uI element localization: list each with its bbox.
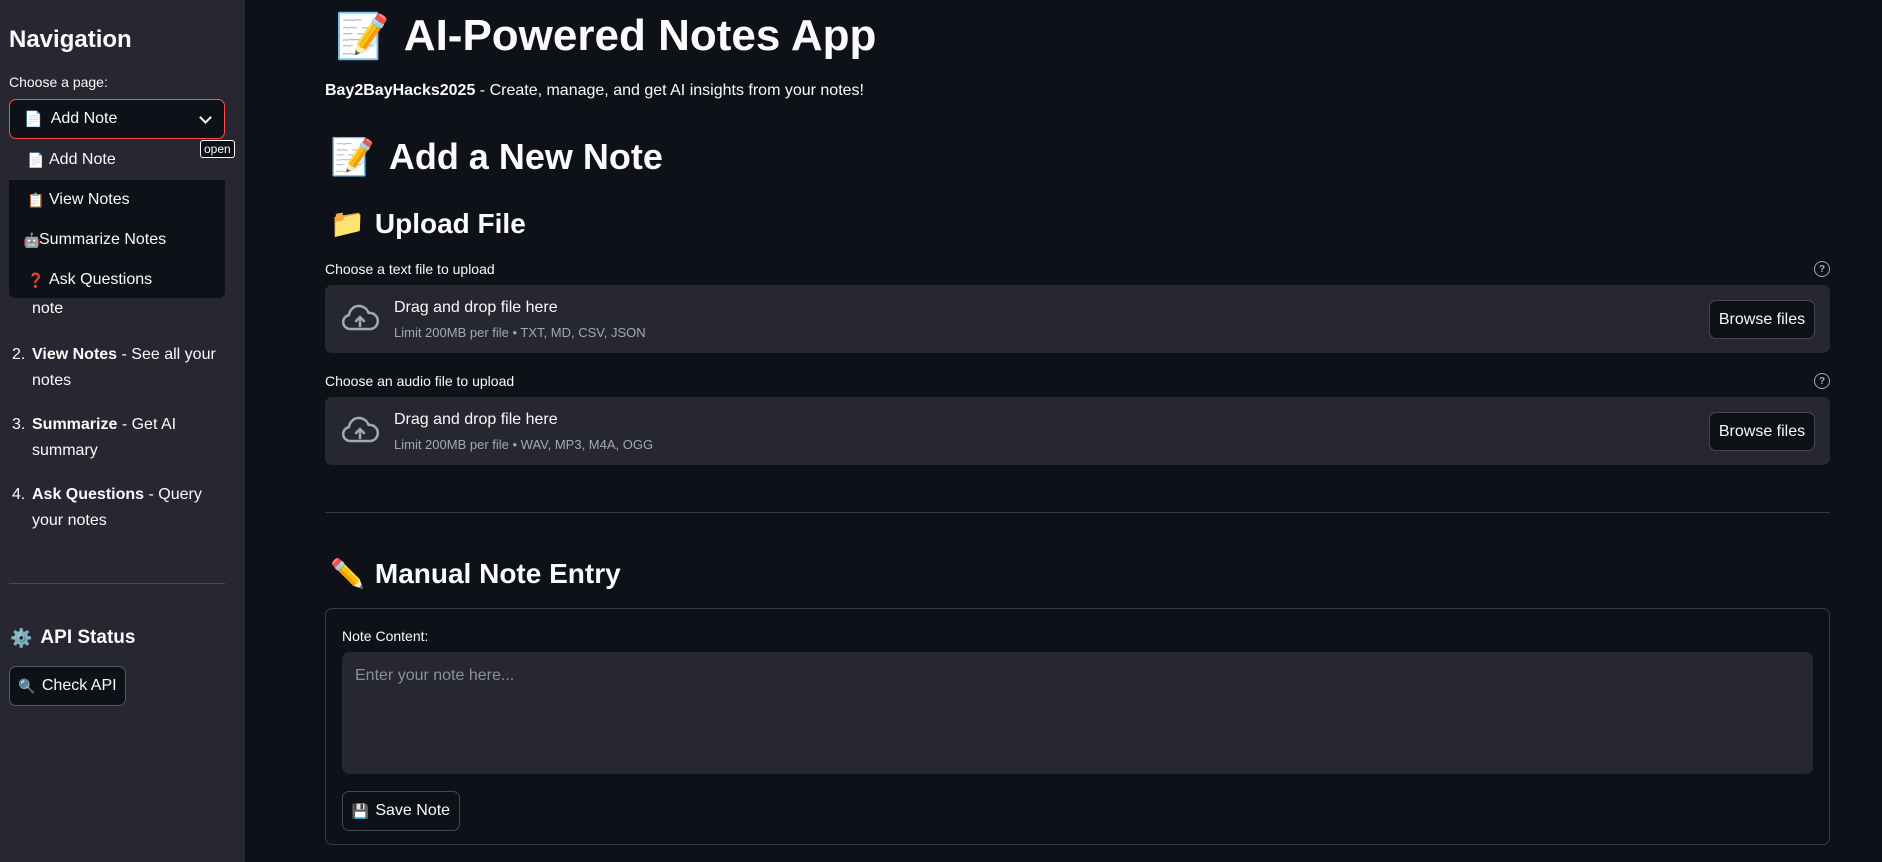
api-status-title: API Status [40, 627, 136, 648]
option-label: View Notes [49, 191, 130, 208]
check-api-label: Check API [41, 677, 117, 694]
page-select-label: Choose a page: [9, 74, 108, 90]
memo-icon: 📝 [335, 12, 390, 61]
list-number: 4. [12, 486, 26, 503]
dropdown-option-summarize-notes[interactable]: 🤖 Summarize Notes [9, 220, 225, 260]
list-item: 2. View Notes - See all your notes [10, 342, 225, 394]
pencil-icon: ✏️ [330, 558, 365, 589]
dropzone-limit: Limit 200MB per file • TXT, MD, CSV, JSO… [394, 325, 646, 340]
floppy-disk-icon: 💾 [351, 802, 370, 819]
dropzone-limit: Limit 200MB per file • WAV, MP3, M4A, OG… [394, 437, 654, 452]
robot-icon: 🤖 [23, 231, 41, 248]
option-label: Add Note [49, 151, 116, 168]
sidebar: Navigation Choose a page: 📄 Add Note ope… [0, 0, 245, 862]
note-content-label: Note Content: [342, 628, 429, 644]
upload-heading-text: Upload File [374, 207, 526, 239]
dropdown-option-view-notes[interactable]: 📋 View Notes [9, 180, 225, 220]
list-number: 2. [12, 346, 26, 363]
subtitle-bold: Bay2BayHacks2025 [325, 82, 476, 99]
search-icon: 🔍 [18, 677, 36, 694]
question-icon: ❓ [27, 271, 45, 288]
page-title: 📝 AI-Powered Notes App [335, 10, 876, 62]
text-upload-label: Choose a text file to upload [325, 261, 495, 277]
list-item-bold: View Notes [32, 346, 118, 363]
option-label: Summarize Notes [39, 231, 167, 248]
page-title-text: AI-Powered Notes App [403, 11, 877, 60]
add-note-heading: 📝 Add a New Note [330, 136, 663, 178]
gear-icon: ⚙️ [10, 627, 33, 648]
list-item-bold: Summarize [32, 416, 118, 433]
list-item: 4. Ask Questions - Query your notes [10, 482, 225, 534]
dropzone-text: Drag and drop file here [394, 299, 558, 316]
instructions-list: 2. View Notes - See all your notes 3. Su… [10, 342, 225, 552]
instruction-fragment: note [32, 300, 64, 317]
manual-entry-heading: ✏️ Manual Note Entry [330, 557, 621, 590]
chevron-down-icon [199, 111, 212, 124]
folder-icon: 📁 [330, 208, 365, 239]
list-item: 3. Summarize - Get AI summary [10, 412, 225, 464]
subtitle-text: - Create, manage, and get AI insights fr… [475, 82, 864, 99]
sidebar-title: Navigation [9, 26, 132, 53]
add-note-heading-text: Add a New Note [388, 136, 663, 177]
upload-file-heading: 📁 Upload File [330, 207, 526, 240]
api-status-heading: ⚙️ API Status [10, 627, 135, 649]
list-number: 3. [12, 416, 26, 433]
main-content: 📝 AI-Powered Notes App Bay2BayHacks2025 … [325, 0, 1830, 862]
page-dropdown-menu: 📄 Add Note 📋 View Notes 🤖 Summarize Note… [9, 140, 225, 298]
clipboard-icon: 📋 [27, 191, 45, 208]
audio-file-dropzone[interactable]: Drag and drop file here Limit 200MB per … [325, 397, 1830, 465]
dropzone-text: Drag and drop file here [394, 411, 558, 428]
note-form: Note Content: 💾 Save Note [325, 608, 1830, 845]
page-subtitle: Bay2BayHacks2025 - Create, manage, and g… [325, 82, 864, 100]
browse-files-button[interactable]: Browse files [1709, 300, 1815, 339]
audio-upload-label: Choose an audio file to upload [325, 373, 515, 389]
sidebar-divider [9, 583, 225, 584]
document-icon: 📄 [24, 111, 43, 128]
text-file-dropzone[interactable]: Drag and drop file here Limit 200MB per … [325, 285, 1830, 353]
cloud-upload-icon [341, 304, 379, 331]
document-icon: 📄 [27, 151, 45, 168]
help-icon[interactable]: ? [1814, 373, 1830, 389]
cloud-upload-icon [341, 416, 379, 443]
browse-files-button[interactable]: Browse files [1709, 412, 1815, 451]
section-divider [325, 512, 1830, 513]
memo-icon: 📝 [330, 136, 375, 177]
manual-heading-text: Manual Note Entry [374, 557, 621, 589]
dropdown-option-add-note[interactable]: 📄 Add Note [9, 140, 225, 180]
dropdown-option-ask-questions[interactable]: ❓ Ask Questions [9, 260, 225, 300]
list-item-bold: Ask Questions [32, 486, 145, 503]
page-select[interactable]: 📄 Add Note [9, 99, 225, 139]
option-label: Ask Questions [49, 271, 153, 288]
save-note-label: Save Note [375, 802, 451, 819]
save-note-button[interactable]: 💾 Save Note [342, 791, 460, 831]
help-icon[interactable]: ? [1814, 261, 1830, 277]
check-api-button[interactable]: 🔍 Check API [9, 666, 126, 706]
page-select-value: Add Note [50, 110, 118, 127]
note-content-input[interactable] [342, 652, 1813, 774]
tooltip: open [200, 140, 235, 158]
